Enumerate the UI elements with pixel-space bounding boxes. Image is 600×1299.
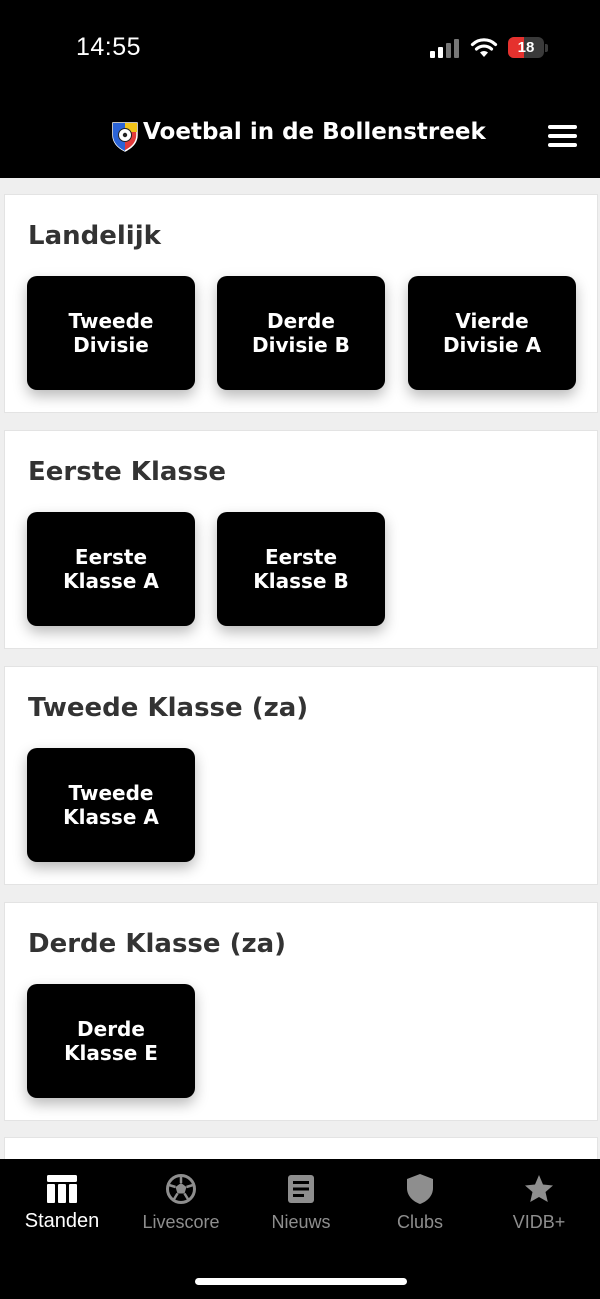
tab-label: Livescore	[142, 1212, 220, 1232]
cellular-signal-icon	[430, 39, 459, 58]
section-title: Derde Klasse (za)	[28, 929, 287, 959]
league-button-tweede-klasse-a[interactable]: Tweede Klasse A	[27, 748, 195, 862]
tab-label: Nieuws	[271, 1212, 331, 1232]
section-title: Eerste Klasse	[28, 457, 226, 487]
league-button-eerste-klasse-a[interactable]: Eerste Klasse A	[27, 512, 195, 626]
section-tweede-klasse-za: Tweede Klasse (za) Tweede Klasse A	[4, 666, 598, 885]
league-button-vierde-divisie-a[interactable]: Vierde Divisie A	[408, 276, 576, 390]
tab-standen[interactable]: Standen	[2, 1159, 122, 1249]
section-landelijk: Landelijk Tweede Divisie Derde Divisie B…	[4, 194, 598, 413]
section-derde-klasse-za: Derde Klasse (za) Derde Klasse E	[4, 902, 598, 1121]
tab-vidb-plus[interactable]: VIDB+	[479, 1159, 599, 1249]
tab-clubs[interactable]: Clubs	[360, 1159, 480, 1249]
status-time: 14:55	[76, 33, 142, 61]
tab-label: Standen	[24, 1210, 100, 1232]
home-indicator	[195, 1278, 407, 1285]
wifi-icon	[470, 38, 498, 57]
tab-livescore[interactable]: Livescore	[121, 1159, 241, 1249]
news-icon	[288, 1175, 314, 1203]
battery-tip	[545, 44, 548, 52]
tab-label: VIDB+	[512, 1212, 566, 1232]
shield-icon	[407, 1174, 433, 1204]
battery-indicator: 18	[508, 37, 544, 58]
table-icon	[47, 1175, 77, 1203]
section-eerste-klasse: Eerste Klasse Eerste Klasse A Eerste Kla…	[4, 430, 598, 649]
section-title: Tweede Klasse (za)	[28, 693, 309, 723]
league-button-eerste-klasse-b[interactable]: Eerste Klasse B	[217, 512, 385, 626]
app-header: Voetbal in de Bollenstreek	[0, 95, 600, 178]
status-bar: 14:55 18	[0, 0, 600, 95]
soccer-ball-icon	[166, 1174, 196, 1204]
battery-percentage: 18	[517, 39, 535, 56]
app-title: Voetbal in de Bollenstreek	[143, 119, 486, 145]
star-icon	[525, 1175, 553, 1202]
league-button-tweede-divisie[interactable]: Tweede Divisie	[27, 276, 195, 390]
league-button-derde-klasse-e[interactable]: Derde Klasse E	[27, 984, 195, 1098]
bottom-tab-bar: Standen Livescore Nieuws Clubs VIDB+	[0, 1159, 600, 1299]
hamburger-menu-icon[interactable]	[548, 125, 578, 147]
club-logo-icon	[112, 122, 138, 152]
league-button-derde-divisie-b[interactable]: Derde Divisie B	[217, 276, 385, 390]
tab-label: Clubs	[396, 1212, 444, 1232]
section-title: Landelijk	[28, 221, 161, 251]
tab-nieuws[interactable]: Nieuws	[241, 1159, 361, 1249]
